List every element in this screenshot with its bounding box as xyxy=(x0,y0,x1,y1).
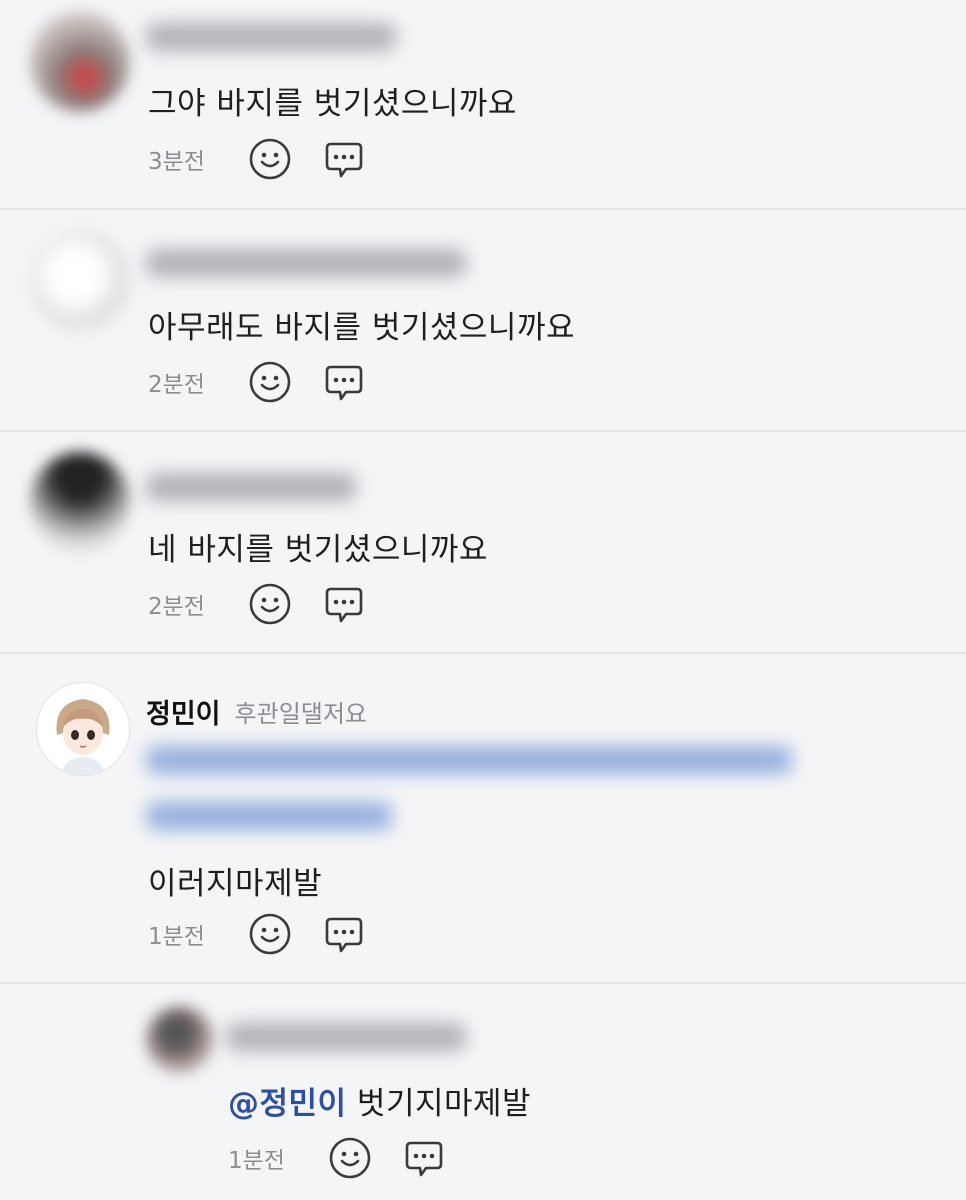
author-name[interactable]: 정민이 xyxy=(146,692,221,731)
smile-icon[interactable] xyxy=(248,137,292,181)
anime-avatar-icon xyxy=(37,683,129,775)
comment-item: 그야 바지를 벗기셨으니까요 3분전 xyxy=(0,0,966,208)
blurred-author-info xyxy=(146,246,466,280)
avatar[interactable] xyxy=(30,230,130,330)
avatar[interactable] xyxy=(30,12,130,112)
comment-time: 1분전 xyxy=(148,924,205,950)
avatar[interactable] xyxy=(146,1006,214,1074)
mention-link[interactable]: @정민이 xyxy=(228,1086,347,1122)
smile-icon[interactable] xyxy=(248,912,292,956)
author-info: 정민이 후관일댈저요 xyxy=(146,692,368,731)
speech-bubble-icon[interactable] xyxy=(322,360,366,404)
comment-item: 네 바지를 벗기셨으니까요 2분전 xyxy=(0,432,966,652)
blurred-author-info xyxy=(146,470,356,504)
smile-icon[interactable] xyxy=(248,582,292,626)
comment-time: 2분전 xyxy=(148,594,205,620)
comment-time: 3분전 xyxy=(148,149,205,175)
speech-bubble-icon[interactable] xyxy=(402,1136,446,1180)
comment-text: 그야 바지를 벗기셨으니까요 xyxy=(148,86,517,122)
reply-item: @정민이 벗기지마제발 1분전 xyxy=(0,984,966,1200)
comment-item: 정민이 후관일댈저요 이러지마제발 1분전 xyxy=(0,654,966,982)
comment-meta: 1분전 xyxy=(228,1136,476,1180)
speech-bubble-icon[interactable] xyxy=(322,582,366,626)
blurred-mention-block xyxy=(146,746,806,846)
comment-meta: 2분전 xyxy=(148,582,396,626)
blurred-author-info xyxy=(146,20,396,54)
comment-meta: 1분전 xyxy=(148,912,396,956)
smile-icon[interactable] xyxy=(328,1136,372,1180)
comment-time: 2분전 xyxy=(148,372,205,398)
smile-icon[interactable] xyxy=(248,360,292,404)
comment-list: 그야 바지를 벗기셨으니까요 3분전 아무래도 바지를 벗기셨으니까요 2분전 … xyxy=(0,0,966,1200)
comment-time: 1분전 xyxy=(228,1148,285,1174)
blurred-author-info xyxy=(226,1020,466,1054)
reply-text: @정민이 벗기지마제발 xyxy=(228,1078,531,1123)
author-tag: 후관일댈저요 xyxy=(234,699,368,728)
comment-text: 아무래도 바지를 벗기셨으니까요 xyxy=(148,310,575,346)
comment-item: 아무래도 바지를 벗기셨으니까요 2분전 xyxy=(0,210,966,430)
speech-bubble-icon[interactable] xyxy=(322,912,366,956)
avatar[interactable] xyxy=(36,682,130,776)
comment-text: 이러지마제발 xyxy=(148,866,323,902)
reply-body: 벗기지마제발 xyxy=(356,1086,532,1122)
comment-meta: 3분전 xyxy=(148,137,396,181)
speech-bubble-icon[interactable] xyxy=(322,137,366,181)
avatar[interactable] xyxy=(30,452,130,552)
comment-meta: 2분전 xyxy=(148,360,396,404)
comment-text: 네 바지를 벗기셨으니까요 xyxy=(148,532,488,568)
